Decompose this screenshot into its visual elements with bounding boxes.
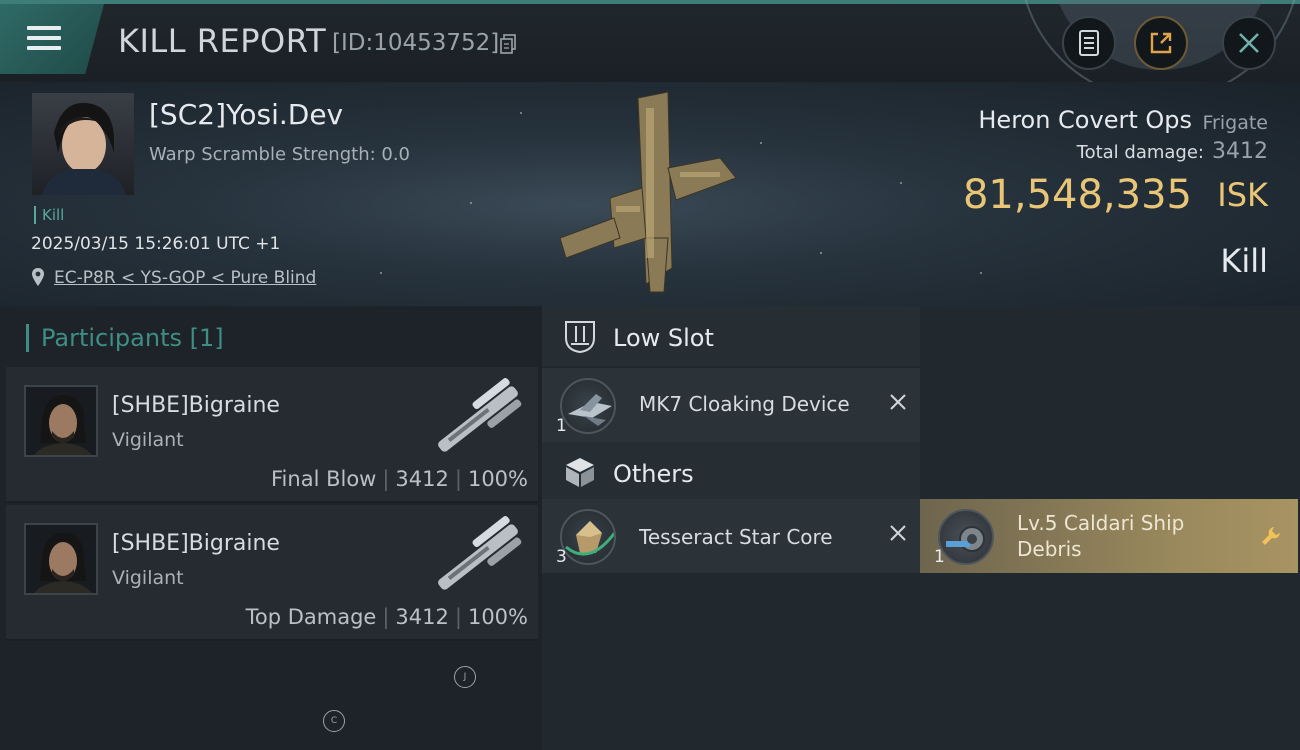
victim-ship-render — [559, 91, 737, 293]
others-label: Others — [613, 460, 694, 488]
share-button[interactable] — [1134, 16, 1188, 70]
participant-ship: Vigilant — [112, 567, 184, 589]
kill-timestamp: 2025/03/15 15:26:01 UTC +1 — [31, 234, 281, 254]
participant-percent: 100% — [467, 605, 528, 629]
item-quantity: 3 — [556, 547, 567, 567]
total-damage-label: Total damage: — [1076, 142, 1204, 163]
participant-name: [SHBE]Bigraine — [112, 531, 280, 556]
top-bar: KILL REPORT [ID:10453752] — [0, 0, 1300, 82]
item-name-line2: Debris — [1017, 537, 1082, 561]
participants-header: Participants [1] — [26, 324, 224, 352]
notes-button[interactable] — [1062, 16, 1116, 70]
items-panel: Low Slot 1 MK7 Cloaking Device Others 3 … — [542, 306, 1300, 750]
others-header: Others — [542, 442, 920, 502]
item-name: Tesseract Star Core — [639, 525, 833, 549]
kill-result: Kill — [1220, 242, 1268, 280]
marker-c: C — [323, 710, 345, 732]
destroyed-x-icon — [890, 525, 906, 541]
item-quantity: 1 — [934, 547, 945, 567]
warp-scramble-strength: Warp Scramble Strength: 0.0 — [149, 144, 411, 165]
participant-name: [SHBE]Bigraine — [112, 393, 280, 418]
victim-ship-class: Frigate — [1202, 112, 1268, 134]
participant-damage: 3412 — [395, 467, 449, 491]
kill-location-link[interactable]: EC-P8R < YS-GOP < Pure Blind — [54, 268, 316, 288]
isk-unit: ISK — [1217, 176, 1268, 214]
share-icon — [1150, 32, 1172, 54]
item-tesseract-star-core[interactable]: 3 Tesseract Star Core — [542, 499, 920, 573]
isk-value: 81,548,335 — [962, 172, 1192, 218]
item-name: MK7 Cloaking Device — [639, 392, 850, 416]
close-button[interactable] — [1222, 16, 1276, 70]
total-damage-value: 3412 — [1212, 139, 1268, 164]
cube-icon — [566, 458, 594, 487]
wrench-icon — [1262, 527, 1280, 545]
participant-role: Final Blow — [271, 467, 377, 491]
kill-tag: Kill — [34, 206, 64, 224]
low-slot-icon — [565, 321, 595, 354]
item-caldari-ship-debris[interactable]: 1 Lv.5 Caldari Ship Debris — [920, 499, 1298, 573]
participant-damage: 3412 — [395, 605, 449, 629]
page-title: KILL REPORT — [118, 22, 327, 60]
victim-portrait[interactable] — [32, 93, 134, 195]
participants-panel: Participants [1] [SHBE]Bigraine Vigilant… — [0, 306, 542, 750]
participant-role: Top Damage — [245, 605, 377, 629]
participant-percent: 100% — [467, 467, 528, 491]
participant-stats: Top Damage | 3412 | 100% — [246, 605, 528, 629]
participant-ship-render — [438, 516, 522, 590]
item-quantity: 1 — [556, 416, 567, 436]
close-icon — [1239, 33, 1259, 53]
participant-ship: Vigilant — [112, 429, 184, 451]
destroyed-x-icon — [890, 394, 906, 410]
menu-button[interactable] — [0, 4, 104, 74]
item-icon-star-core — [560, 509, 616, 565]
participant-stats: Final Blow | 3412 | 100% — [271, 467, 528, 491]
participant-avatar — [24, 523, 98, 595]
stat-divider: | — [382, 605, 390, 629]
victim-ship-name: Heron Covert Ops — [978, 106, 1192, 134]
participant-ship-render — [438, 378, 522, 452]
marker-j: J — [454, 666, 476, 688]
stat-divider: | — [454, 467, 462, 491]
participant-row[interactable]: [SHBE]Bigraine Vigilant Final Blow | 3412 |… — [6, 367, 538, 503]
stat-divider: | — [382, 467, 390, 491]
participant-row[interactable]: [SHBE]Bigraine Vigilant Top Damage | 3412 |… — [6, 505, 538, 641]
low-slot-header: Low Slot — [542, 306, 920, 366]
notes-icon — [1079, 30, 1099, 56]
stat-divider: | — [454, 605, 462, 629]
low-slot-label: Low Slot — [613, 324, 714, 352]
report-id: [ID:10453752] — [332, 30, 500, 56]
copy-icon[interactable] — [500, 34, 516, 54]
item-icon-ship-debris — [938, 509, 994, 565]
item-icon-cloaking-device — [560, 378, 616, 434]
item-name-line1: Lv.5 Caldari Ship — [1017, 511, 1185, 535]
item-cloaking-device[interactable]: 1 MK7 Cloaking Device — [542, 368, 920, 442]
participant-avatar — [24, 385, 98, 457]
victim-name[interactable]: [SC2]Yosi.Dev — [149, 98, 343, 131]
kill-summary-banner: [SC2]Yosi.Dev Warp Scramble Strength: 0.… — [0, 82, 1300, 306]
location-pin-icon — [32, 268, 44, 286]
